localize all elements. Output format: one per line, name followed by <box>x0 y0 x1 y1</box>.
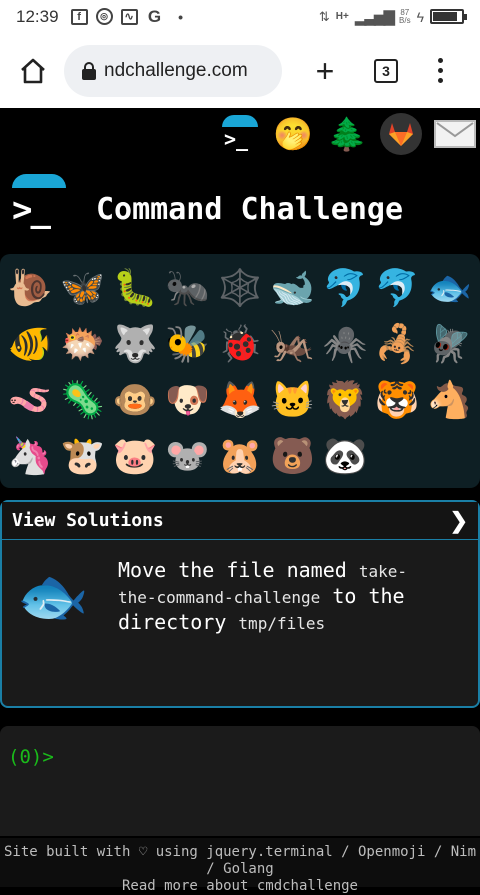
challenge-directory: tmp/files <box>238 614 326 633</box>
view-solutions-label: View Solutions <box>12 510 164 531</box>
challenge-panel: View Solutions ❯ 🐟 Move the file named t… <box>0 500 480 708</box>
network-type: H+ <box>335 11 349 22</box>
header-icon-bar: >_ 🤭 🌲 <box>220 108 480 160</box>
challenge-emoji-7[interactable]: 🐬 <box>371 260 423 316</box>
terminal[interactable]: (0)> <box>0 726 480 836</box>
data-transfer-icon: ⇅ <box>318 8 330 24</box>
challenge-emoji-8[interactable]: 🐟 <box>424 260 476 316</box>
activity-icon: ∿ <box>120 8 138 25</box>
status-bar: 12:39 f ◎ ∿ G • ⇅ H+ ▂▃▅▇ 87 B/s ϟ <box>0 0 480 33</box>
chrome-icon: ◎ <box>95 8 113 25</box>
browser-menu-button[interactable] <box>438 58 443 83</box>
challenge-emoji-9[interactable]: 🐠 <box>4 316 56 372</box>
challenge-emoji-15[interactable]: 🕷️ <box>319 316 371 372</box>
url-text: ndchallenge.com <box>104 59 248 81</box>
footer: Site built with ♡ using jquery.terminal … <box>0 838 480 894</box>
challenge-emoji-18[interactable]: 🪱 <box>4 372 56 428</box>
chevron-right-icon[interactable]: ❯ <box>450 508 468 534</box>
challenge-emoji-27[interactable]: 🦄 <box>4 428 56 484</box>
page-content: >_ 🤭 🌲 >_ Command Challenge 🐌 🦋 🐛 🐜 🕸️ 🐋 🐬 🐬 🐟 🐠 🐡… <box>0 108 480 894</box>
browser-toolbar: ndchallenge.com + 3 <box>0 33 480 108</box>
challenge-body: 🐟 Move the file named take-the-command-c… <box>2 540 478 636</box>
challenge-emoji-32[interactable]: 🐻 <box>266 428 318 484</box>
challenge-emoji-10[interactable]: 🐡 <box>56 316 108 372</box>
home-icon <box>21 58 45 83</box>
footer-credits: Site built with ♡ using jquery.terminal … <box>3 844 476 877</box>
challenge-emoji-24[interactable]: 🦁 <box>319 372 371 428</box>
google-icon: G <box>147 6 162 26</box>
hand-over-mouth-icon[interactable]: 🤭 <box>272 113 314 155</box>
view-solutions-header[interactable]: View Solutions ❯ <box>2 502 478 540</box>
challenge-emoji-3[interactable]: 🐜 <box>161 260 213 316</box>
lock-icon <box>82 61 96 80</box>
challenge-emoji-33[interactable]: 🐼 <box>319 428 371 484</box>
page-title: Command Challenge <box>96 192 404 227</box>
challenge-emoji-28[interactable]: 🐮 <box>56 428 108 484</box>
home-button[interactable] <box>16 54 50 88</box>
challenge-emoji-19[interactable]: 🦠 <box>56 372 108 428</box>
challenge-emoji-25[interactable]: 🐯 <box>371 372 423 428</box>
status-system-icons: ⇅ H+ ▂▃▅▇ 87 B/s ϟ <box>318 7 467 26</box>
challenge-emoji-12[interactable]: 🐝 <box>161 316 213 372</box>
challenge-emoji-4[interactable]: 🕸️ <box>214 260 266 316</box>
challenge-emoji-20[interactable]: 🐵 <box>109 372 161 428</box>
terminal-prompt: (0)> <box>8 746 54 768</box>
challenge-emoji-23[interactable]: 🐱 <box>266 372 318 428</box>
challenge-emoji-16[interactable]: 🦂 <box>371 316 423 372</box>
challenge-emoji-5[interactable]: 🐋 <box>266 260 318 316</box>
challenge-emoji-21[interactable]: 🐶 <box>161 372 213 428</box>
challenge-emoji-11[interactable]: 🐺 <box>109 316 161 372</box>
challenge-emoji-17[interactable]: 🪰 <box>424 316 476 372</box>
challenge-emoji-31[interactable]: 🐹 <box>214 428 266 484</box>
gitlab-icon[interactable] <box>380 113 422 155</box>
fish-icon: 🐟 <box>16 564 90 629</box>
challenge-emoji-29[interactable]: 🐷 <box>109 428 161 484</box>
status-notification-icons: f ◎ ∿ G • <box>70 6 190 26</box>
challenge-emoji-6[interactable]: 🐬 <box>319 260 371 316</box>
battery-icon <box>430 9 467 24</box>
challenge-emoji-26[interactable]: 🐴 <box>424 372 476 428</box>
challenge-emoji-13[interactable]: 🐞 <box>214 316 266 372</box>
logo: >_ <box>10 174 68 236</box>
status-time: 12:39 <box>16 6 59 26</box>
tab-switcher-button[interactable]: 3 <box>374 58 398 83</box>
net-speed: 87 B/s <box>399 7 411 25</box>
terminal-icon[interactable]: >_ <box>220 113 260 155</box>
challenge-emoji-1[interactable]: 🦋 <box>56 260 108 316</box>
charging-icon: ϟ <box>416 8 424 25</box>
mail-icon[interactable] <box>434 120 476 148</box>
address-bar[interactable]: ndchallenge.com <box>64 44 282 97</box>
challenge-emoji-22[interactable]: 🦊 <box>214 372 266 428</box>
challenge-description: Move the file named take-the-command-cha… <box>118 558 407 634</box>
challenge-emoji-0[interactable]: 🐌 <box>4 260 56 316</box>
facebook-icon: f <box>70 8 88 25</box>
notification-dot-icon: • <box>178 8 183 25</box>
challenge-emoji-2[interactable]: 🐛 <box>109 260 161 316</box>
tree-icon[interactable]: 🌲 <box>326 113 368 155</box>
new-tab-button[interactable]: + <box>312 55 338 87</box>
challenge-emoji-14[interactable]: 🦗 <box>266 316 318 372</box>
challenge-emoji-30[interactable]: 🐭 <box>161 428 213 484</box>
challenge-emoji-grid: 🐌 🦋 🐛 🐜 🕸️ 🐋 🐬 🐬 🐟 🐠 🐡 🐺 🐝 🐞 🦗 🕷️ 🦂 🪰 🪱 🦠 🐵 🐶 🦊 🐱 🦁 🐯 🐴 🦄 🐮 🐷 🐭 🐹 🐻 🐼 <box>0 254 480 488</box>
signal-icon: ▂▃▅▇ <box>354 8 395 26</box>
